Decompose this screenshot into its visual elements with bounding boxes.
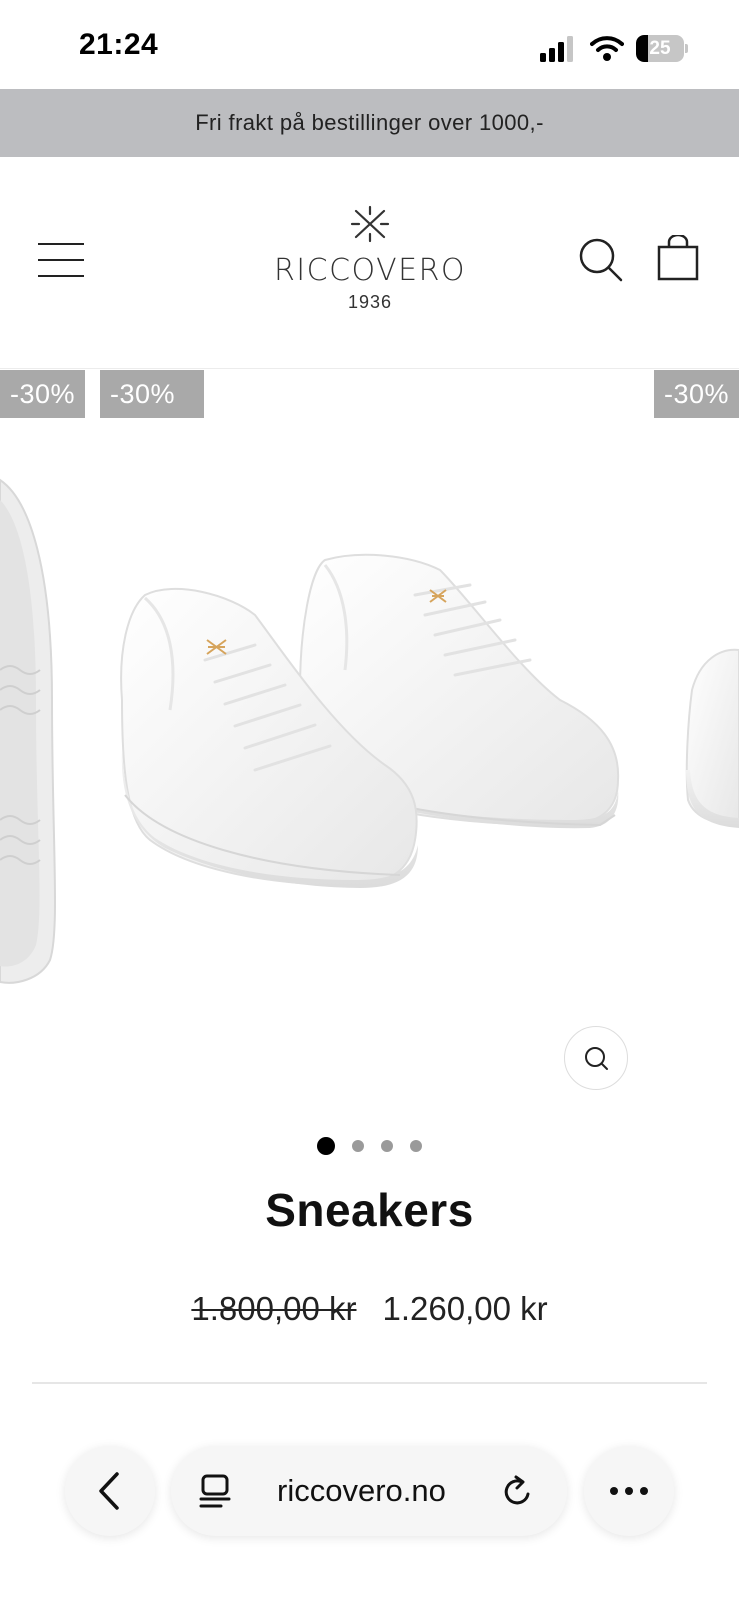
discount-badge: -30% bbox=[654, 370, 739, 418]
status-bar: 21:24 25 bbox=[0, 0, 739, 89]
back-button[interactable] bbox=[65, 1446, 155, 1536]
pagination-dot[interactable] bbox=[352, 1140, 364, 1152]
url-text: riccovero.no bbox=[277, 1473, 446, 1508]
back-icon bbox=[99, 1472, 119, 1510]
original-price: 1.800,00 kr bbox=[191, 1290, 357, 1327]
browser-toolbar: riccovero.no bbox=[0, 1410, 739, 1600]
price-row: 1.800,00 kr 1.260,00 kr bbox=[0, 1290, 739, 1328]
logo-year: 1936 bbox=[347, 292, 393, 312]
pagination-dot[interactable] bbox=[381, 1140, 393, 1152]
menu-icon[interactable] bbox=[36, 241, 86, 281]
tabs-icon bbox=[199, 1474, 231, 1508]
divider bbox=[32, 1382, 707, 1384]
discount-badge: -30% bbox=[100, 370, 204, 418]
sale-price: 1.260,00 kr bbox=[382, 1290, 548, 1327]
pagination-dot[interactable] bbox=[317, 1137, 335, 1155]
announcement-text: Fri frakt på bestillinger over 1000,- bbox=[195, 110, 544, 135]
gallery-pagination bbox=[0, 1137, 739, 1155]
reload-icon[interactable] bbox=[501, 1473, 535, 1509]
pagination-dot[interactable] bbox=[410, 1140, 422, 1152]
status-time: 21:24 bbox=[79, 28, 159, 61]
product-image bbox=[0, 478, 739, 984]
battery-icon: 25 bbox=[636, 35, 688, 62]
zoom-button[interactable] bbox=[564, 1026, 628, 1090]
zoom-icon bbox=[585, 1047, 608, 1070]
product-title: Sneakers bbox=[265, 1184, 474, 1236]
product-gallery[interactable]: -30% -30% -30% bbox=[0, 370, 739, 1110]
battery-level: 25 bbox=[649, 38, 671, 59]
signal-icon bbox=[540, 36, 573, 62]
logo-mark-icon bbox=[350, 205, 390, 243]
announcement-bar: Fri frakt på bestillinger over 1000,- bbox=[0, 89, 739, 157]
more-button[interactable] bbox=[584, 1446, 674, 1536]
logo[interactable]: RICCOVERO 1936 bbox=[270, 205, 470, 325]
wifi-icon bbox=[590, 36, 624, 61]
discount-badge: -30% bbox=[0, 370, 86, 418]
logo-name: RICCOVERO bbox=[273, 253, 467, 288]
address-bar[interactable]: riccovero.no bbox=[171, 1446, 567, 1536]
search-icon[interactable] bbox=[578, 237, 624, 283]
more-icon bbox=[610, 1487, 648, 1495]
cart-icon[interactable] bbox=[656, 235, 700, 281]
site-header: RICCOVERO 1936 bbox=[0, 157, 739, 369]
